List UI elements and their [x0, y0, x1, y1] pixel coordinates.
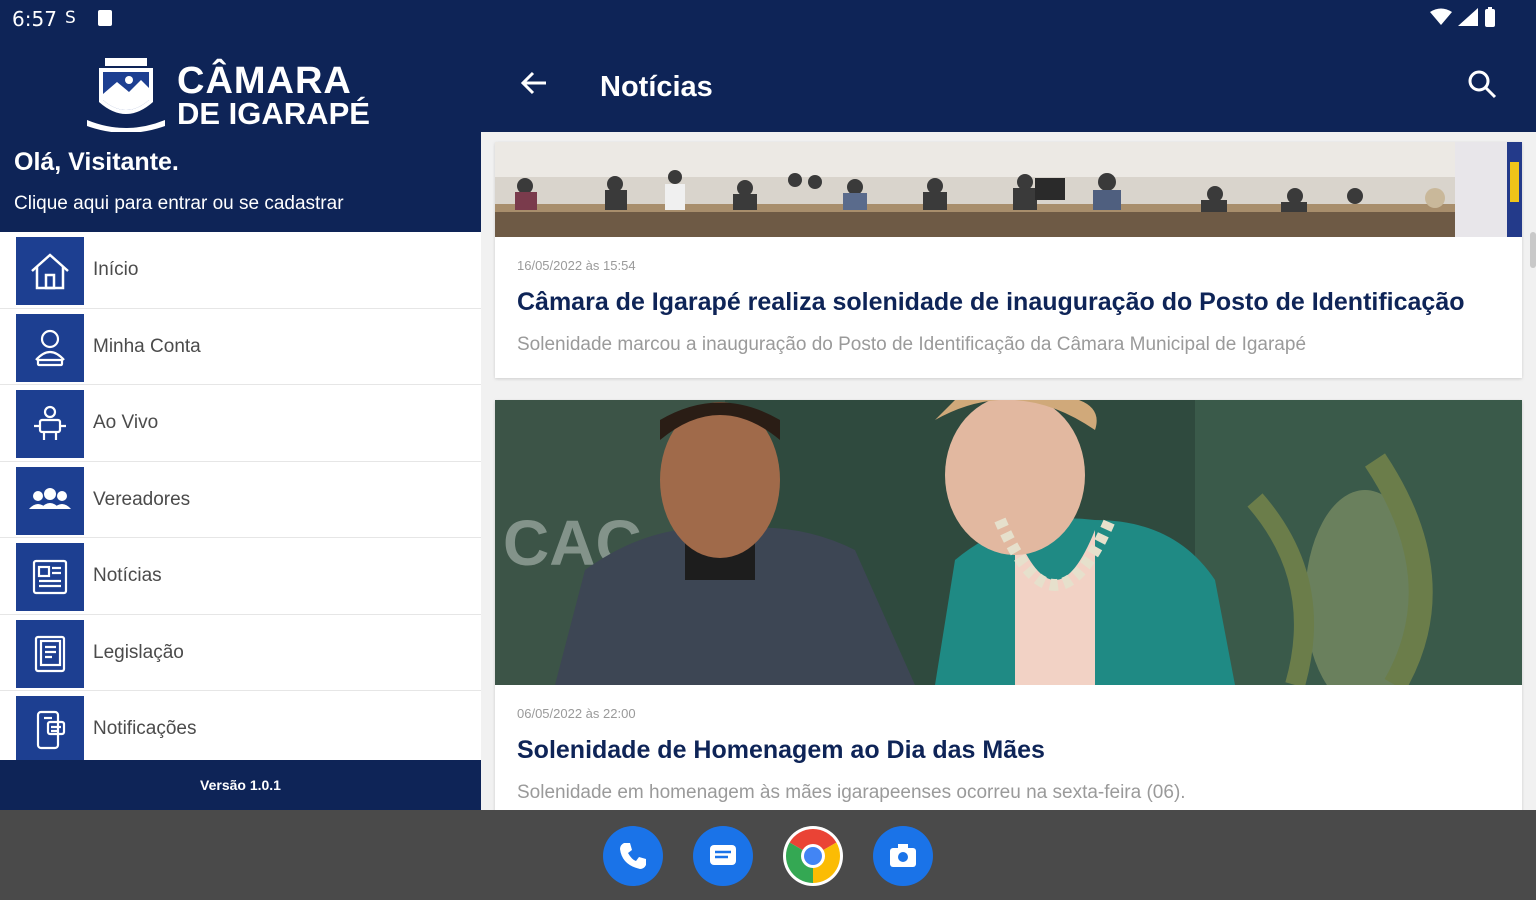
legislation-icon	[16, 619, 84, 688]
navigation-drawer: CÂMARA DE IGARAPÉ Olá, Visitante. Clique…	[0, 38, 481, 810]
news-title[interactable]: Solenidade de Homenagem ao Dia das Mães	[517, 736, 1045, 765]
app-version: Versão 1.0.1	[0, 760, 481, 810]
menu-item-label: Notificações	[93, 718, 197, 739]
logo: CÂMARA DE IGARAPÉ	[85, 56, 370, 134]
news-title[interactable]: Câmara de Igarapé realiza solenidade de …	[517, 288, 1465, 317]
news-card[interactable]: 16/05/2022 às 15:54 Câmara de Igarapé re…	[495, 142, 1522, 378]
login-link[interactable]: Clique aqui para entrar ou se cadastrar	[14, 193, 344, 215]
home-icon	[16, 237, 84, 305]
clipboard-icon	[97, 7, 113, 32]
news-list: 16/05/2022 às 15:54 Câmara de Igarapé re…	[481, 132, 1536, 810]
sync-icon: S	[64, 7, 80, 32]
menu-item-label: Minha Conta	[93, 335, 201, 357]
news-icon	[16, 543, 84, 611]
menu-item-vereadores[interactable]: Vereadores	[0, 462, 481, 538]
live-icon	[16, 390, 84, 458]
crest-icon	[87, 58, 165, 132]
menu-item-legislacao[interactable]: Legislação	[0, 615, 481, 691]
menu-item-ao-vivo[interactable]: Ao Vivo	[0, 385, 481, 462]
chrome-app-icon[interactable]	[783, 826, 843, 886]
status-bar: 6:57 S	[0, 0, 1536, 38]
back-arrow-icon[interactable]	[519, 68, 549, 103]
menu-item-label: Notícias	[93, 565, 162, 586]
menu-item-label: Legislação	[93, 641, 184, 663]
camera-app-icon[interactable]	[873, 826, 933, 886]
menu-item-notificacoes[interactable]: Notificações	[0, 691, 481, 760]
page-title: Notícias	[600, 71, 713, 103]
notifications-icon	[16, 696, 84, 760]
svg-text:S: S	[65, 8, 76, 27]
status-icons	[1430, 7, 1496, 27]
menu-item-label: Início	[93, 259, 139, 280]
news-summary: Solenidade em homenagem às mães igarapee…	[517, 782, 1186, 803]
system-nav-bar	[0, 810, 1536, 900]
menu-item-inicio[interactable]: Início	[0, 232, 481, 309]
battery-icon	[1485, 7, 1495, 27]
news-image	[495, 142, 1522, 237]
news-date: 16/05/2022 às 15:54	[517, 258, 636, 273]
drawer-menu: Início Minha Conta Ao Vivo Vereadores No…	[0, 232, 481, 760]
brand-line-2: DE IGARAPÉ	[177, 96, 370, 131]
messages-app-icon[interactable]	[693, 826, 753, 886]
scrollbar[interactable]	[1530, 232, 1536, 268]
signal-icon	[1458, 8, 1478, 26]
drawer-header: CÂMARA DE IGARAPÉ Olá, Visitante. Clique…	[0, 38, 481, 232]
wifi-icon	[1430, 8, 1452, 25]
councilors-icon	[16, 466, 84, 535]
news-date: 06/05/2022 às 22:00	[517, 706, 636, 721]
menu-item-label: Vereadores	[93, 488, 191, 510]
news-image: CAC	[495, 400, 1522, 685]
menu-item-minha-conta[interactable]: Minha Conta	[0, 309, 481, 385]
menu-item-label: Ao Vivo	[93, 412, 159, 433]
app-bar: Notícias	[481, 38, 1536, 132]
status-time: 6:57	[12, 7, 57, 31]
menu-item-noticias[interactable]: Notícias	[0, 538, 481, 615]
news-card[interactable]: CAC 06/05/2022 às 22:00 Solenidade de Ho…	[495, 400, 1522, 810]
greeting: Olá, Visitante.	[14, 148, 179, 176]
phone-app-icon[interactable]	[603, 826, 663, 886]
news-summary: Solenidade marcou a inauguração do Posto…	[517, 334, 1307, 355]
account-icon	[16, 313, 84, 382]
search-icon[interactable]	[1466, 68, 1498, 105]
